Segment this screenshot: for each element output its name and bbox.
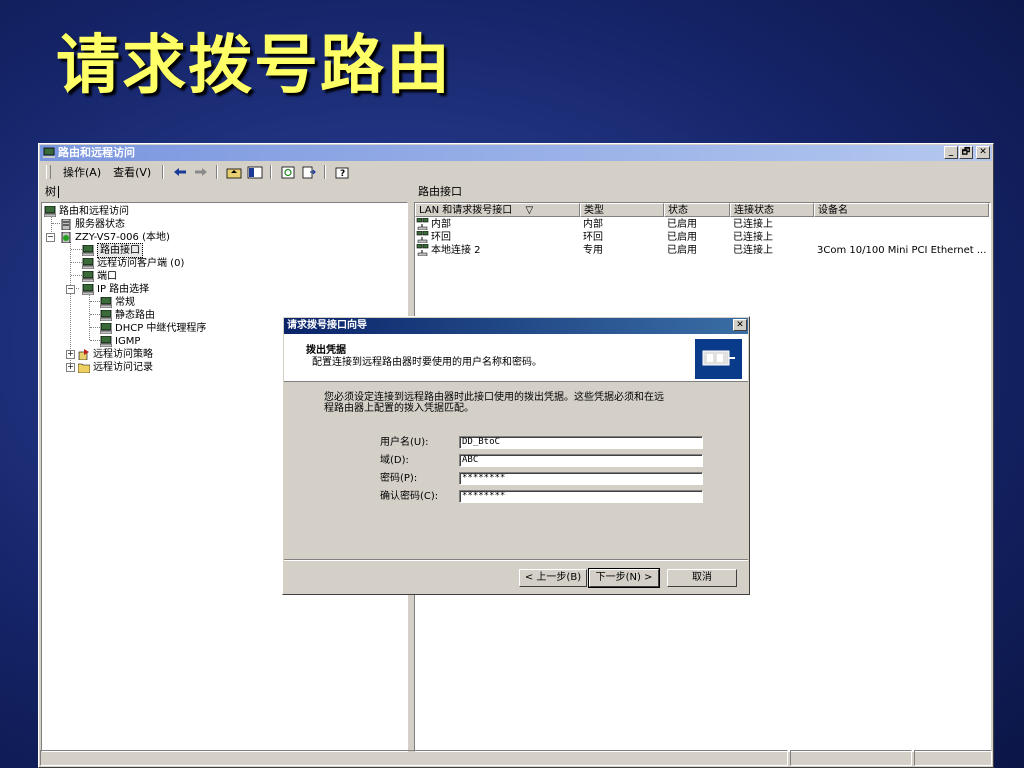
clients-icon bbox=[82, 258, 94, 269]
up-folder-icon[interactable] bbox=[225, 164, 242, 180]
column-header-status[interactable]: 状态 bbox=[664, 203, 730, 217]
refresh-icon[interactable] bbox=[279, 164, 296, 180]
minimize-button[interactable]: _ bbox=[944, 146, 958, 159]
toolbar-separator bbox=[162, 165, 165, 179]
tree-item-access-policies[interactable]: 远程访问策略 bbox=[78, 348, 153, 361]
status-segment bbox=[914, 750, 992, 766]
collapse-toggle[interactable]: − bbox=[46, 233, 55, 242]
tree-item-dhcp-relay[interactable]: DHCP 中继代理程序 bbox=[100, 322, 206, 335]
dhcp-icon bbox=[100, 323, 112, 334]
ports-icon bbox=[82, 271, 94, 282]
wizard-subheading: 配置连接到远程路由器时要使用的用户名称和密码。 bbox=[312, 357, 542, 368]
window-title: 路由和远程访问 bbox=[58, 146, 135, 159]
tree-item-routing-interfaces[interactable]: 路由接口 bbox=[82, 243, 143, 258]
tree-item-ip-routing[interactable]: IP 路由选择 bbox=[82, 283, 149, 296]
restore-button[interactable]: 🗗 bbox=[959, 146, 973, 159]
back-button[interactable]: < 上一步(B) bbox=[519, 569, 587, 587]
routing-icon bbox=[44, 206, 56, 217]
status-segment bbox=[40, 750, 788, 766]
username-label: 用户名(U): bbox=[380, 437, 429, 448]
network-icon bbox=[82, 245, 94, 256]
menu-view[interactable]: 查看(V) bbox=[107, 164, 157, 180]
tree-item-igmp[interactable]: IGMP bbox=[100, 335, 140, 348]
wizard-header: 拨出凭据 配置连接到远程路由器时要使用的用户名称和密码。 bbox=[284, 334, 748, 382]
domain-label: 域(D): bbox=[380, 455, 409, 466]
menu-action[interactable]: 操作(A) bbox=[57, 164, 107, 180]
svg-text:?: ? bbox=[340, 169, 345, 179]
wizard-instructions: 您必须设定连接到远程路由器时此接口使用的拨出凭据。这些凭据必须和在远 程路由器上… bbox=[324, 392, 664, 414]
tree-item-general[interactable]: 常规 bbox=[100, 296, 135, 309]
toolbar-separator bbox=[216, 165, 219, 179]
tree-item-static-routes[interactable]: 静态路由 bbox=[100, 309, 155, 322]
policy-icon bbox=[78, 349, 89, 360]
forward-arrow-icon[interactable] bbox=[192, 164, 209, 180]
toolbar: 操作(A) 查看(V) ? bbox=[40, 162, 992, 182]
network-interface-icon bbox=[416, 244, 429, 256]
column-header-interface[interactable]: LAN 和请求拨号接口 ▽ bbox=[415, 203, 580, 217]
igmp-icon bbox=[100, 336, 112, 347]
tree-item-root[interactable]: 路由和远程访问 bbox=[44, 205, 129, 218]
confirm-password-label: 确认密码(C): bbox=[380, 491, 439, 502]
demand-dial-wizard-dialog: 请求拨号接口向导 ✕ 拨出凭据 配置连接到远程路由器时要使用的用户名称和密码。 … bbox=[282, 316, 750, 595]
expand-toggle[interactable]: + bbox=[66, 350, 75, 359]
toolbar-separator bbox=[270, 165, 273, 179]
server-green-icon bbox=[61, 232, 71, 243]
window-titlebar[interactable]: 路由和远程访问 _ 🗗 ✕ bbox=[40, 145, 992, 161]
expand-toggle[interactable]: + bbox=[66, 363, 75, 372]
slide-title: 请求拨号路由 bbox=[56, 28, 452, 103]
ip-routing-icon bbox=[82, 284, 94, 295]
column-header-device-name[interactable]: 设备名 bbox=[814, 203, 989, 217]
routing-icon bbox=[43, 147, 55, 158]
server-icon bbox=[61, 219, 71, 230]
network-interface-icon bbox=[416, 231, 429, 243]
general-icon bbox=[100, 297, 112, 308]
next-button[interactable]: 下一步(N) > bbox=[588, 568, 660, 588]
domain-field[interactable]: ABC bbox=[459, 454, 703, 467]
network-interface-icon bbox=[416, 218, 429, 230]
detail-pane-header: 路由接口 bbox=[418, 185, 462, 198]
folder-icon bbox=[78, 363, 90, 373]
tree-pane-header: 树 bbox=[41, 184, 408, 200]
wizard-network-icon bbox=[694, 338, 743, 380]
cancel-button[interactable]: 取消 bbox=[667, 569, 737, 587]
dialog-divider bbox=[284, 559, 748, 561]
static-routes-icon bbox=[100, 310, 112, 321]
tree-item-ports[interactable]: 端口 bbox=[82, 270, 117, 283]
password-label: 密码(P): bbox=[380, 473, 418, 484]
toolbar-separator bbox=[324, 165, 327, 179]
tree-item-remote-clients[interactable]: 远程访问客户端 (0) bbox=[82, 257, 184, 270]
export-list-icon[interactable] bbox=[300, 164, 317, 180]
column-header-connection-state[interactable]: 连接状态 bbox=[730, 203, 814, 217]
collapse-toggle[interactable]: − bbox=[66, 285, 75, 294]
password-field[interactable]: ******** bbox=[459, 472, 703, 485]
dialog-titlebar[interactable]: 请求拨号接口向导 bbox=[284, 318, 748, 334]
show-tree-icon[interactable] bbox=[246, 164, 263, 180]
column-header-type[interactable]: 类型 bbox=[580, 203, 664, 217]
close-button[interactable]: ✕ bbox=[976, 146, 990, 159]
status-segment bbox=[790, 750, 912, 766]
tree-item-access-logging[interactable]: 远程访问记录 bbox=[78, 361, 153, 374]
back-arrow-icon[interactable] bbox=[171, 164, 188, 180]
toolbar-grip bbox=[46, 165, 51, 179]
dialog-close-button[interactable]: ✕ bbox=[733, 319, 747, 331]
help-icon[interactable]: ? bbox=[333, 164, 350, 180]
tree-item-server-status[interactable]: 服务器状态 bbox=[60, 218, 125, 231]
status-bar bbox=[40, 750, 992, 766]
username-field[interactable]: DD_BtoC bbox=[459, 436, 703, 449]
sort-indicator-icon: ▽ bbox=[525, 205, 534, 216]
confirm-password-field[interactable]: ******** bbox=[459, 490, 703, 503]
